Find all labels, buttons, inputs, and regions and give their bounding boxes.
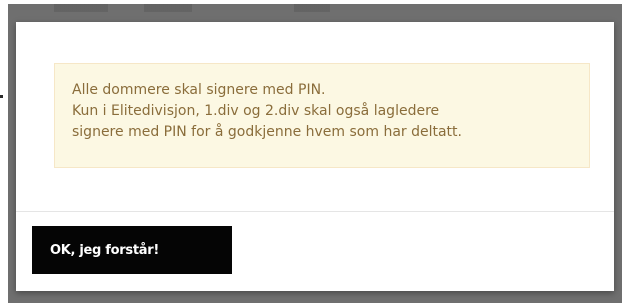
backdrop-artifact (0, 95, 3, 98)
alert-line-2: Kun i Elitedivisjon, 1.div og 2.div skal… (72, 103, 440, 119)
modal-footer: OK, jeg forstår! (16, 212, 614, 291)
alert-line-3: signere med PIN for å godkjenne hvem som… (72, 124, 462, 140)
backdrop-content-ghost (54, 4, 354, 12)
warning-alert: Alle dommere skal signere med PIN. Kun i… (54, 63, 590, 168)
confirmation-modal: Alle dommere skal signere med PIN. Kun i… (16, 22, 614, 291)
confirm-button[interactable]: OK, jeg forstår! (32, 226, 232, 274)
alert-line-1: Alle dommere skal signere med PIN. (72, 82, 326, 98)
screen: Alle dommere skal signere med PIN. Kun i… (0, 0, 623, 303)
modal-body: Alle dommere skal signere med PIN. Kun i… (16, 22, 614, 211)
